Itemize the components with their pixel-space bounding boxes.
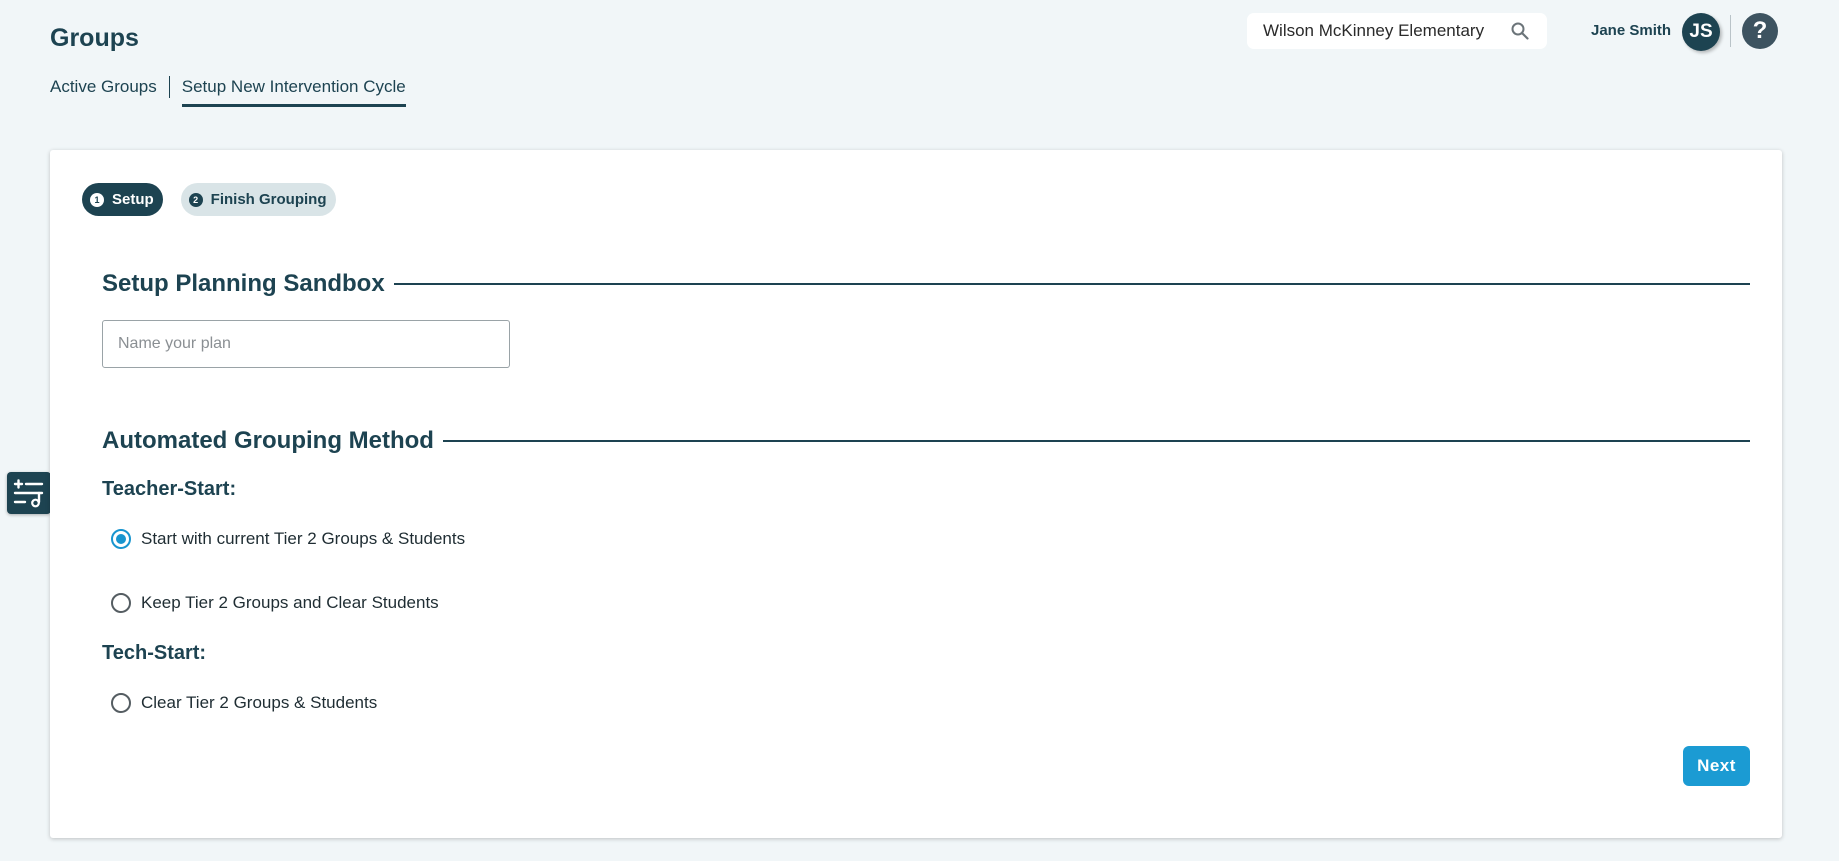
sandbox-section-heading: Setup Planning Sandbox xyxy=(102,270,1750,298)
step-indicator: 1 Setup 2 Finish Grouping xyxy=(82,183,336,216)
avatar[interactable]: JS xyxy=(1682,13,1720,51)
page: Groups Active Groups Setup New Intervent… xyxy=(0,0,1839,861)
step-setup[interactable]: 1 Setup xyxy=(82,183,163,216)
radio-label: Start with current Tier 2 Groups & Stude… xyxy=(141,529,466,548)
tech-start-label: Tech-Start: xyxy=(102,642,207,664)
subnav: Active Groups Setup New Intervention Cyc… xyxy=(50,76,406,108)
side-tool-button[interactable] xyxy=(7,472,51,514)
step-number: 2 xyxy=(188,192,203,207)
sandbox-heading: Setup Planning Sandbox xyxy=(102,270,385,297)
grouping-section-heading: Automated Grouping Method xyxy=(102,427,1750,455)
plan-name-input[interactable] xyxy=(102,320,510,368)
tab-active-groups[interactable]: Active Groups xyxy=(50,77,157,107)
page-title: Groups xyxy=(50,24,139,52)
grouping-heading: Automated Grouping Method xyxy=(102,427,434,454)
subnav-divider xyxy=(168,76,170,98)
radio-label: Clear Tier 2 Groups & Students xyxy=(141,693,378,712)
step-label: Finish Grouping xyxy=(210,191,327,208)
option-start-with-current[interactable]: Start with current Tier 2 Groups & Stude… xyxy=(111,529,465,549)
setup-card: 1 Setup 2 Finish Grouping Setup Planning… xyxy=(50,150,1782,838)
next-button[interactable]: Next xyxy=(1683,746,1750,786)
teacher-start-label: Teacher-Start: xyxy=(102,478,237,500)
radio-button[interactable] xyxy=(111,529,131,549)
search-icon[interactable] xyxy=(1509,20,1531,42)
radio-button[interactable] xyxy=(111,593,131,613)
help-button[interactable]: ? xyxy=(1742,13,1778,49)
radio-label: Keep Tier 2 Groups and Clear Students xyxy=(141,593,439,612)
school-search-value: Wilson McKinney Elementary xyxy=(1263,21,1485,40)
step-finish-grouping[interactable]: 2 Finish Grouping xyxy=(180,183,336,216)
option-clear-groups-students[interactable]: Clear Tier 2 Groups & Students xyxy=(111,693,377,713)
radio-button[interactable] xyxy=(111,693,131,713)
option-keep-groups-clear-students[interactable]: Keep Tier 2 Groups and Clear Students xyxy=(111,593,439,613)
step-number: 1 xyxy=(90,192,104,207)
school-search-field[interactable]: Wilson McKinney Elementary xyxy=(1247,13,1547,49)
heading-rule xyxy=(393,283,1750,285)
step-label: Setup xyxy=(112,191,154,208)
tab-setup-new-intervention-cycle[interactable]: Setup New Intervention Cycle xyxy=(181,77,406,107)
header-divider xyxy=(1730,15,1731,47)
heading-rule xyxy=(442,440,1750,442)
filter-music-icon xyxy=(13,479,44,508)
user-name: Jane Smith xyxy=(1591,22,1672,39)
